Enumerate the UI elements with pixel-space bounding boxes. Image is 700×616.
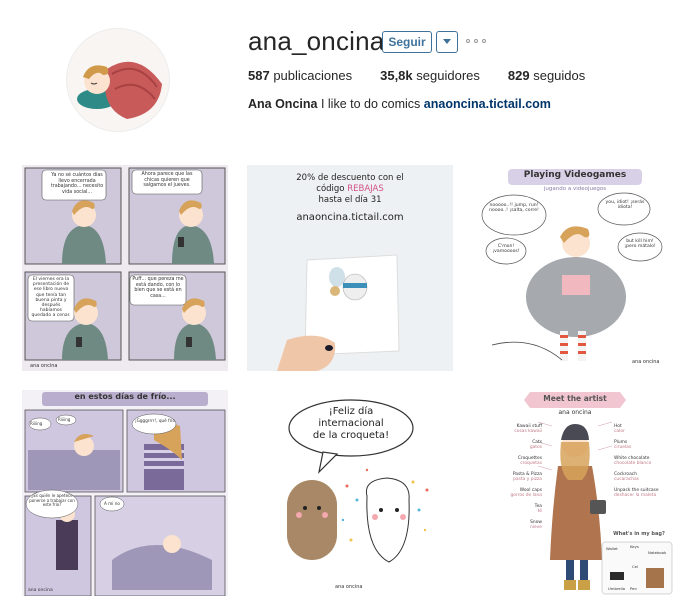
post-6-bag-item-3: Notebook	[648, 550, 667, 555]
post-3-subtitle: jugando a videojuegos	[543, 186, 607, 192]
post-4-bubble-1: ¡Ggggrrrr!, qué frío	[134, 418, 176, 423]
post-tile[interactable]: en estos días de frío... Riiiing Riiiing…	[22, 390, 228, 596]
post-6-like-2-es: gatos	[529, 445, 542, 450]
post-6-bag-title: What's in my bag?	[613, 531, 665, 537]
post-2-line-3: hasta el día 31	[318, 195, 382, 205]
post-6-dislike-3-es: chocolate blanco	[614, 461, 652, 466]
post-6-like-1-es: cosas kawaii	[514, 429, 542, 434]
profile-full-name: Ana Oncina	[248, 97, 318, 111]
profile-avatar	[66, 28, 170, 132]
post-1-bubble-1: Ya no sé cuántos días llevo encerrada tr…	[50, 173, 104, 195]
stat-posts-label: publicaciones	[273, 68, 353, 83]
post-4-bubble-3: A mi no	[104, 501, 120, 506]
follow-dropdown-button[interactable]	[436, 31, 458, 53]
svg-text:ana oncina: ana oncina	[30, 363, 58, 369]
stat-following[interactable]: 829 seguidos	[508, 68, 585, 83]
stat-posts-count: 587	[248, 68, 270, 83]
post-6-likes-list: Kawaii stuff cosas kawaii Cats gatos Cro…	[478, 424, 542, 530]
post-5-bubble: ¡Feliz día internacional de la croqueta!	[289, 406, 413, 442]
post-5-line-2: internacional	[318, 418, 384, 429]
post-4-signature: ana oncina	[28, 588, 53, 593]
stat-following-count: 829	[507, 68, 530, 83]
post-6-like-5-es: gorros de lana	[510, 493, 542, 498]
profile-bio: Ana Oncina I like to do comics anaoncina…	[248, 97, 551, 111]
stat-following-label: seguidos	[533, 68, 586, 83]
post-3-bubble-3: C'mon! ¡vamoooos!	[492, 244, 520, 255]
post-5-line-3: de la croqueta!	[312, 430, 390, 441]
post-1-bubble-4: Puff... que pereza me está dando, con lo…	[132, 277, 184, 299]
follow-button[interactable]: Seguir	[382, 31, 432, 53]
post-1-bubble-2: Ahora parece que las chicas quieren que …	[141, 172, 193, 188]
post-6-bag-item-2: Keys	[630, 544, 639, 549]
profile-bio-text: I like to do comics	[320, 97, 421, 111]
post-4-title: en estos días de frío...	[74, 392, 176, 401]
stat-followers[interactable]: 35,8k seguidores	[380, 68, 480, 83]
post-2-url: anaoncina.tictail.com	[296, 212, 404, 223]
profile-username: ana_oncina	[248, 26, 385, 56]
post-2-line-1: 20% de descuento con el	[296, 173, 404, 183]
post-4-ring-1: Riiiing	[30, 421, 43, 426]
post-3-signature: ana oncina	[632, 359, 660, 365]
post-6-dislike-2-es: ciruelas	[614, 445, 632, 450]
post-6-bag-item-4: Umbrella	[608, 586, 626, 591]
post-1-bubble-3: El viernes era la presentación de ese li…	[31, 277, 71, 319]
more-options-icon[interactable]	[466, 35, 486, 47]
post-5-signature: ana oncina	[335, 584, 363, 590]
profile-stats: 587 publicaciones 35,8k seguidores 829 s…	[248, 68, 613, 83]
caret-down-icon	[443, 39, 451, 44]
profile-website-link[interactable]: anaoncina.tictail.com	[424, 97, 551, 111]
post-6-bag-item-6: Cel	[632, 564, 639, 569]
post-4-ring-2: Riiiing	[58, 417, 71, 422]
post-3-title: Playing Videogames	[523, 170, 627, 180]
post-3-bubble-4: but kill him! ¡pero mátalo!	[624, 239, 656, 250]
post-5-line-1: ¡Feliz día	[328, 406, 374, 417]
post-6-dislike-5-es: deshacer la maleta	[614, 493, 657, 498]
post-6-subtitle: ana oncina	[558, 409, 592, 416]
post-6-like-3-es: croquetas	[520, 461, 542, 466]
post-tile[interactable]: Meet the artist ana oncina Kawaii stuff …	[472, 390, 678, 596]
post-2-code: REBAJAS	[347, 184, 384, 194]
post-6-dislikes-list: Hot calor Plums ciruelas White chocolate…	[614, 424, 676, 498]
post-6-bag-item-1: Wallet	[606, 546, 618, 551]
post-tile[interactable]: ana oncina Ya no sé cuántos días llevo e…	[22, 165, 228, 371]
post-6-dislike-1-es: calor	[614, 429, 625, 434]
post-3-bubble-1: nooooo..!! jump, run! noooo..! ¡salta, c…	[489, 203, 539, 214]
stat-followers-count: 35,8k	[380, 68, 413, 83]
post-2-line-2: código	[316, 184, 345, 194]
stat-followers-label: seguidores	[416, 68, 480, 83]
post-tile[interactable]: Playing Videogames jugando a videojuegos…	[472, 165, 678, 371]
post-3-image	[472, 165, 678, 371]
post-6-like-7-es: nieve	[529, 525, 542, 530]
post-2-caption: 20% de descuento con el código REBAJAS h…	[247, 173, 453, 223]
post-6-bag-item-5: Pen	[630, 586, 637, 591]
post-tile[interactable]: 20% de descuento con el código REBAJAS h…	[247, 165, 453, 371]
post-6-like-4-es: pasta y pizza	[513, 477, 542, 482]
post-tile[interactable]: ¡Feliz día internacional de la croqueta!…	[247, 390, 453, 596]
stat-posts: 587 publicaciones	[248, 68, 352, 83]
post-6-like-6-es: té	[537, 509, 542, 514]
post-3-bubble-2: you, idiot! ¡serás idiota!	[605, 200, 645, 211]
post-6-dislike-4-es: cucarachas	[614, 477, 639, 482]
post-4-bubble-2: ¿Es quién le apetece ponerse a trabajar …	[29, 493, 75, 508]
post-6-title: Meet the artist	[543, 394, 607, 403]
post-1-image: ana oncina	[22, 165, 228, 371]
post-1-signature: ana oncina	[30, 363, 58, 369]
